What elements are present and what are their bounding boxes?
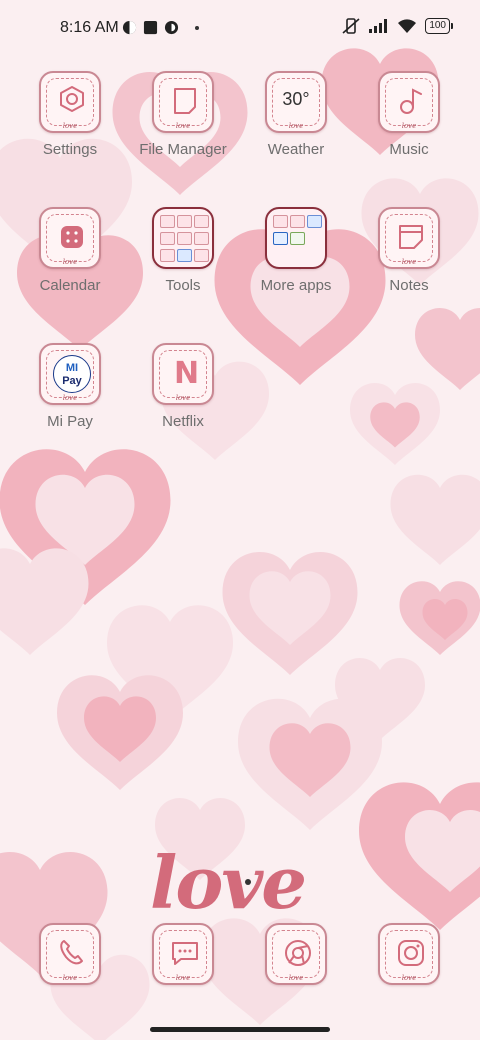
battery-icon: 100	[425, 18, 453, 34]
app-calendar[interactable]: love Calendar	[16, 207, 124, 294]
dock-messages[interactable]: love	[129, 923, 237, 985]
app-label: Netflix	[162, 413, 204, 430]
app-file-manager[interactable]: love File Manager	[129, 71, 237, 158]
vpn-icon	[122, 20, 137, 35]
messages-icon: love	[152, 923, 214, 985]
notification-icons	[122, 20, 199, 35]
dock-chrome[interactable]: love	[242, 923, 350, 985]
app-settings[interactable]: love Settings	[16, 71, 124, 158]
more-notifications-icon	[195, 25, 199, 30]
app-label: Tools	[165, 277, 201, 294]
weather-temperature: 30°	[282, 89, 310, 109]
signal-icon	[369, 19, 388, 33]
folder-icon	[152, 207, 214, 269]
phone-icon: love	[39, 923, 101, 985]
clock: 8:16 AM	[60, 19, 119, 36]
dock-camera[interactable]: love	[355, 923, 463, 985]
system-icons: 100	[341, 18, 453, 34]
status-bar: 8:16 AM 100	[0, 0, 480, 56]
data-saver-icon	[164, 20, 179, 35]
app-label: Mi Pay	[47, 413, 93, 430]
vibrate-icon	[342, 18, 360, 34]
calendar-icon: love	[39, 207, 101, 269]
app-netflix[interactable]: N love Netflix	[129, 343, 237, 430]
app-notes[interactable]: love Notes	[355, 207, 463, 294]
netflix-icon: N love	[152, 343, 214, 405]
settings-icon: love	[39, 71, 101, 133]
camera-icon: love	[378, 923, 440, 985]
chrome-icon: love	[265, 923, 327, 985]
folder-more-apps[interactable]: More apps	[242, 207, 350, 294]
app-label: Calendar	[39, 277, 101, 294]
app-label: Weather	[267, 141, 325, 158]
folder-icon	[265, 207, 327, 269]
app-music[interactable]: love Music	[355, 71, 463, 158]
file-manager-icon: love	[152, 71, 214, 133]
app-label: Music	[389, 141, 429, 158]
app-label: File Manager	[139, 141, 227, 158]
dock-phone[interactable]: love	[16, 923, 124, 985]
app-weather[interactable]: 30° love Weather	[242, 71, 350, 158]
page-indicator[interactable]	[245, 879, 251, 885]
love-tag: love	[62, 122, 78, 130]
app-label: More apps	[260, 277, 332, 294]
app-label: Settings	[42, 141, 98, 158]
app-notification-icon	[143, 20, 158, 35]
wifi-icon	[398, 19, 417, 33]
app-label: Notes	[389, 277, 429, 294]
music-note-icon: love	[378, 71, 440, 133]
mi-pay-icon: MI Pay love	[39, 343, 101, 405]
notes-icon: love	[378, 207, 440, 269]
app-mi-pay[interactable]: MI Pay love Mi Pay	[16, 343, 124, 430]
wallpaper-love-text: love	[150, 840, 307, 925]
gesture-navigation-bar[interactable]	[150, 1027, 330, 1032]
folder-tools[interactable]: Tools	[129, 207, 237, 294]
weather-icon: 30° love	[265, 71, 327, 133]
